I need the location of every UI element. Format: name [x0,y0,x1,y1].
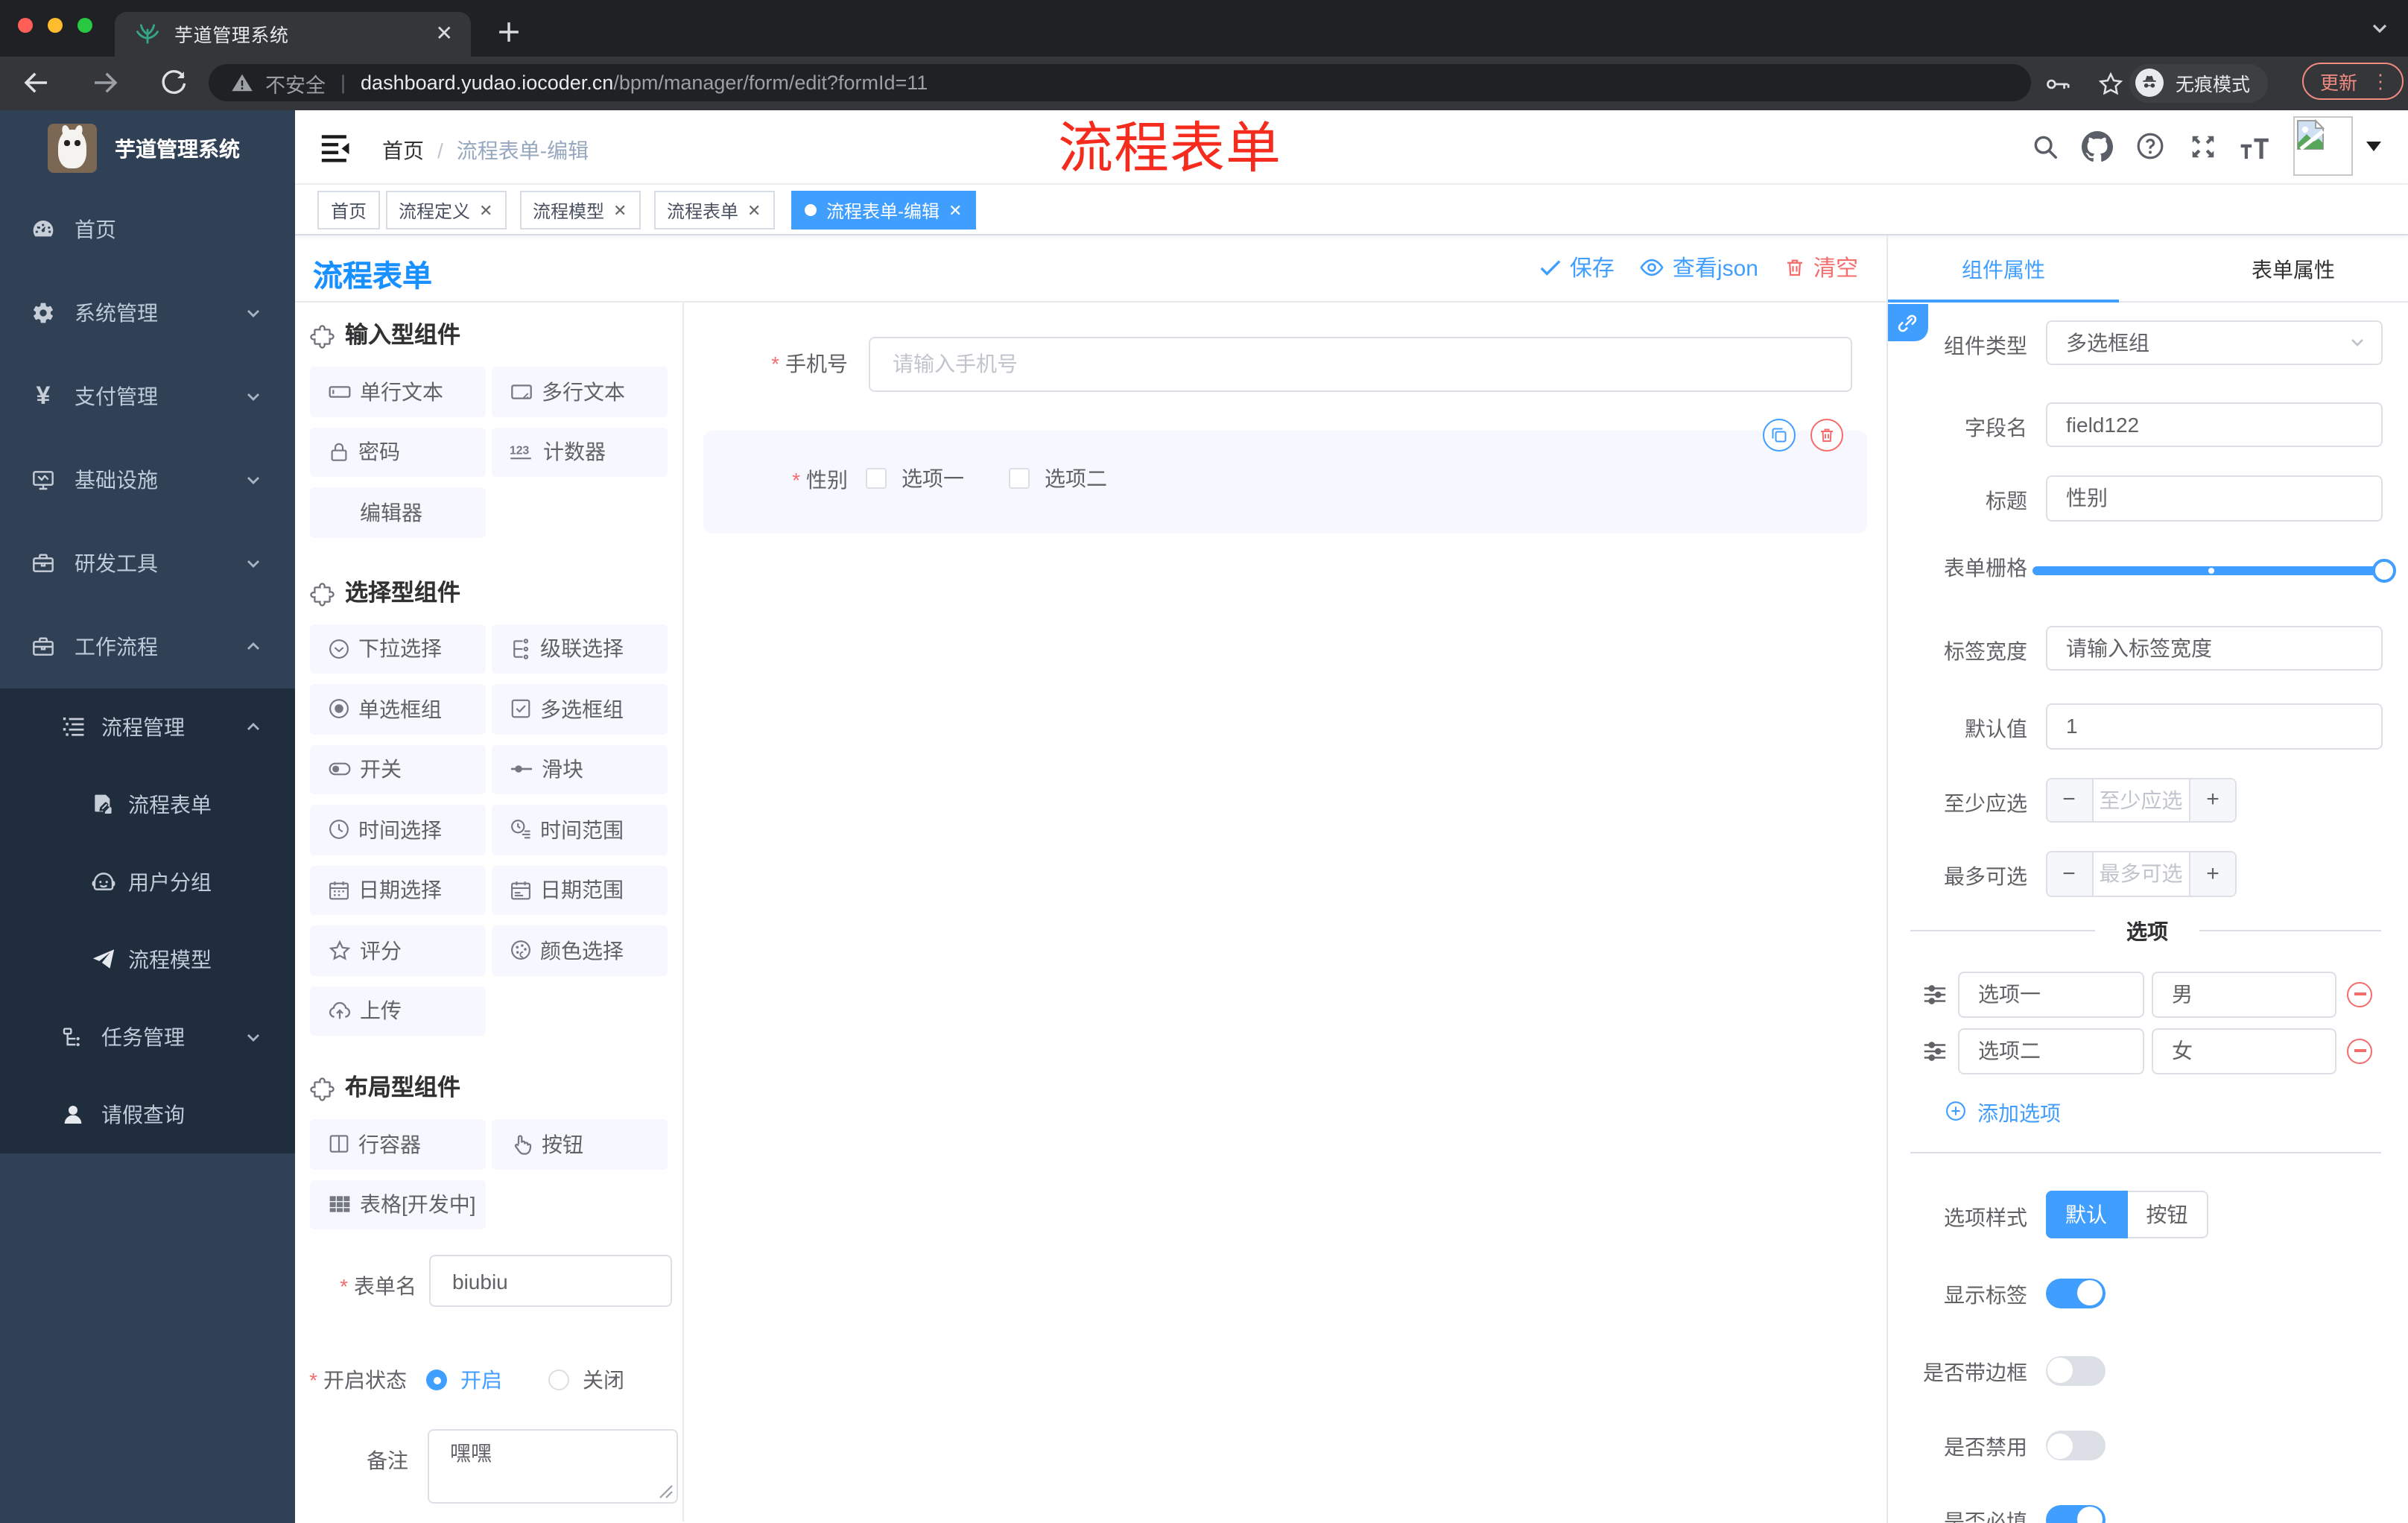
svg-text:123: 123 [509,444,528,457]
